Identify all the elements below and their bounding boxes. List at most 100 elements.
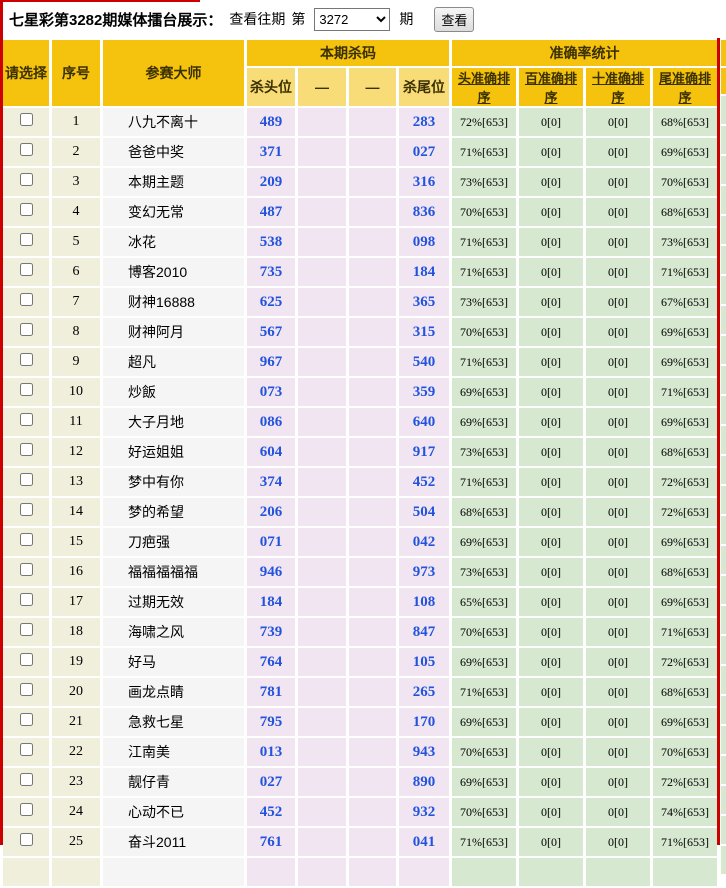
- row-select-checkbox[interactable]: [19, 683, 33, 696]
- row-acc-ten: 0[0]: [586, 168, 650, 196]
- row-empty-cell: [349, 348, 396, 376]
- row-kill-head: 967: [247, 348, 295, 376]
- row-select-checkbox[interactable]: [19, 623, 33, 636]
- table-row: 12 好运姐姐 604 917 73%[653] 0[0] 0[0] 68%[653]: [3, 438, 717, 466]
- row-empty-cell: [298, 768, 346, 796]
- cutoff-cell-sliver: [721, 246, 726, 274]
- row-acc-ten: 0[0]: [586, 348, 650, 376]
- row-select-checkbox[interactable]: [19, 443, 33, 456]
- row-kill-head: 781: [247, 678, 295, 706]
- row-acc-hundred: 0[0]: [519, 618, 583, 646]
- row-acc-hundred: 0[0]: [519, 708, 583, 736]
- row-select-checkbox[interactable]: [19, 323, 33, 336]
- row-master-name: 炒飯: [103, 378, 244, 406]
- row-index: 4: [52, 198, 100, 226]
- row-select-checkbox[interactable]: [19, 773, 33, 786]
- row-kill-head: 604: [247, 438, 295, 466]
- row-kill-tail: 640: [399, 408, 449, 436]
- row-acc-hundred: 0[0]: [519, 318, 583, 346]
- row-master-name: 海啸之风: [103, 618, 244, 646]
- row-select-checkbox[interactable]: [19, 233, 33, 246]
- row-select-checkbox[interactable]: [19, 413, 33, 426]
- row-kill-tail: 917: [399, 438, 449, 466]
- view-button[interactable]: 查看: [434, 6, 475, 32]
- row-empty-cell: [247, 858, 295, 886]
- row-empty-cell: [298, 858, 346, 886]
- row-empty-cell: [586, 858, 650, 886]
- row-kill-tail: 041: [399, 828, 449, 856]
- row-select-checkbox[interactable]: [19, 473, 33, 486]
- row-acc-ten: 0[0]: [586, 108, 650, 136]
- period-select[interactable]: 3272: [314, 7, 391, 31]
- row-master-name: 好运姐姐: [103, 438, 244, 466]
- row-index: 2: [52, 138, 100, 166]
- header-acc-head-sort[interactable]: 头准确排序: [452, 68, 516, 106]
- row-select-checkbox[interactable]: [19, 293, 33, 306]
- row-index: 11: [52, 408, 100, 436]
- header-dash-1: —: [298, 68, 346, 106]
- row-empty-cell: [298, 828, 346, 856]
- row-select-cell: [3, 198, 49, 226]
- row-empty-cell: [349, 228, 396, 256]
- row-acc-tail: 69%[653]: [653, 588, 717, 616]
- row-select-cell: [3, 588, 49, 616]
- row-select-cell: [3, 318, 49, 346]
- row-select-checkbox[interactable]: [19, 833, 33, 846]
- row-acc-tail: 72%[653]: [653, 498, 717, 526]
- row-select-checkbox[interactable]: [19, 203, 33, 216]
- row-acc-hundred: 0[0]: [519, 738, 583, 766]
- row-select-cell: [3, 528, 49, 556]
- row-acc-head: 73%[653]: [452, 558, 516, 586]
- row-empty-cell: [349, 528, 396, 556]
- row-acc-ten: 0[0]: [586, 528, 650, 556]
- row-select-checkbox[interactable]: [19, 593, 33, 606]
- row-select-checkbox[interactable]: [19, 113, 33, 126]
- row-select-checkbox[interactable]: [19, 143, 33, 156]
- cutoff-cell-sliver: [721, 816, 726, 844]
- row-empty-cell: [349, 858, 396, 886]
- row-select-checkbox[interactable]: [19, 653, 33, 666]
- row-select-checkbox[interactable]: [19, 533, 33, 546]
- row-kill-head: 071: [247, 528, 295, 556]
- row-master-name: 画龙点睛: [103, 678, 244, 706]
- row-empty-cell: [52, 858, 100, 886]
- row-select-checkbox[interactable]: [19, 503, 33, 516]
- row-master-name: 梦的希望: [103, 498, 244, 526]
- row-empty-cell: [452, 858, 516, 886]
- row-kill-tail: 108: [399, 588, 449, 616]
- row-empty-cell: [298, 798, 346, 826]
- row-acc-hundred: 0[0]: [519, 558, 583, 586]
- header-acc-ten-sort[interactable]: 十准确排序: [586, 68, 650, 106]
- row-select-checkbox[interactable]: [19, 173, 33, 186]
- row-empty-cell: [349, 108, 396, 136]
- row-select-checkbox[interactable]: [19, 713, 33, 726]
- cutoff-cell-sliver: [721, 68, 726, 94]
- row-empty-cell: [349, 408, 396, 436]
- row-acc-hundred: 0[0]: [519, 348, 583, 376]
- row-select-checkbox[interactable]: [19, 803, 33, 816]
- cutoff-cell-sliver: [721, 726, 726, 754]
- header-acc-hundred-sort[interactable]: 百准确排序: [519, 68, 583, 106]
- row-kill-tail: 890: [399, 768, 449, 796]
- row-select-checkbox[interactable]: [19, 743, 33, 756]
- cutoff-cell-sliver: [721, 636, 726, 664]
- row-select-checkbox[interactable]: [19, 383, 33, 396]
- row-acc-hundred: 0[0]: [519, 498, 583, 526]
- row-acc-ten: 0[0]: [586, 618, 650, 646]
- row-kill-tail: 098: [399, 228, 449, 256]
- cutoff-column-sliver: [721, 38, 726, 874]
- row-index: 6: [52, 258, 100, 286]
- header-acc-tail-sort[interactable]: 尾准确排序: [653, 68, 717, 106]
- ordinal-suffix-label: 期: [399, 11, 414, 27]
- row-acc-ten: 0[0]: [586, 438, 650, 466]
- row-select-checkbox[interactable]: [19, 563, 33, 576]
- row-index: 9: [52, 348, 100, 376]
- row-select-cell: [3, 408, 49, 436]
- row-master-name: 江南美: [103, 738, 244, 766]
- row-select-checkbox[interactable]: [19, 263, 33, 276]
- row-acc-head: 73%[653]: [452, 288, 516, 316]
- row-acc-tail: 69%[653]: [653, 348, 717, 376]
- row-acc-head: 71%[653]: [452, 468, 516, 496]
- row-select-cell: [3, 288, 49, 316]
- row-select-checkbox[interactable]: [19, 353, 33, 366]
